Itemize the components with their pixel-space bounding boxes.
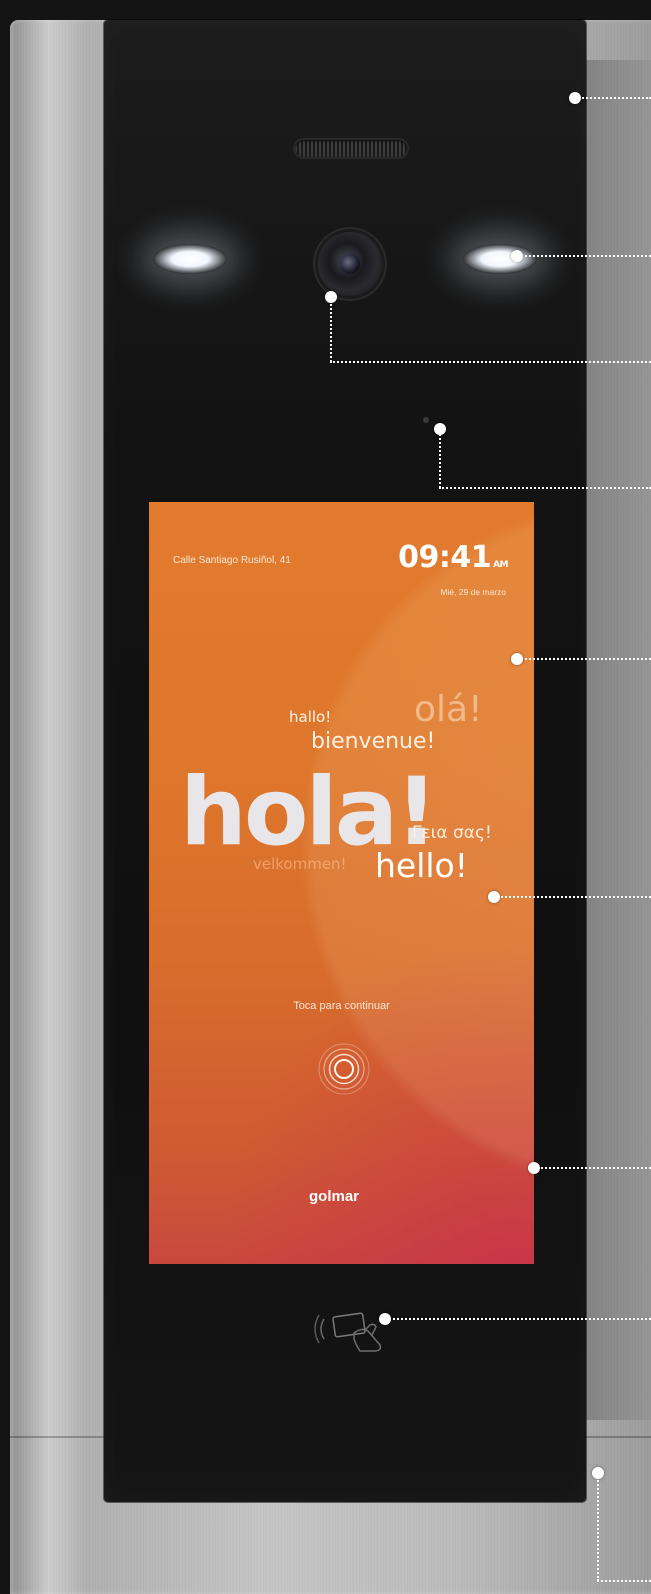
callout-line [534,1167,651,1169]
callout-line [494,896,651,898]
touch-ripple-icon[interactable] [317,1042,371,1096]
right-led-light [463,244,537,274]
callout-dot [569,92,581,104]
greeting-ola: olá! [414,689,483,730]
callout-dot [528,1162,540,1174]
callout-line [330,361,651,363]
touch-screen[interactable]: Calle Santiago Rusiñol, 41 09:41 AM Mié, … [149,502,534,1264]
callout-line [330,297,332,362]
greeting-hallo: hallo! [289,708,332,726]
callout-line [517,255,651,257]
callout-dot [511,250,523,262]
left-led-light [153,244,227,274]
speaker-grille [295,140,407,157]
light-sensor [423,417,429,423]
camera [318,232,382,296]
callout-line [597,1580,651,1582]
clock-time: 09:41 [398,540,492,575]
callout-line [597,1473,599,1581]
camera-lens [340,254,360,274]
address-label: Calle Santiago Rusiñol, 41 [173,555,291,566]
greeting-bienvenue: bienvenue! [311,729,436,754]
callout-line [575,97,651,99]
clock-period: AM [493,560,508,570]
touch-prompt: Toca para continuar [293,1000,390,1012]
callout-line [439,487,651,489]
screen-brand-logo: golmar [309,1188,360,1205]
callout-dot [379,1313,391,1325]
callout-line [385,1318,651,1320]
clock: 09:41 AM [398,540,508,575]
date-label: Mié, 29 de marzo [440,587,506,597]
callout-dot [488,891,500,903]
greeting-velkommen: velkommen! [253,855,347,873]
callout-line [517,658,651,660]
callout-line [439,429,441,488]
callout-dot [511,653,523,665]
greeting-geia: Γεια σας! [412,823,492,843]
greeting-hello: hello! [375,846,468,885]
